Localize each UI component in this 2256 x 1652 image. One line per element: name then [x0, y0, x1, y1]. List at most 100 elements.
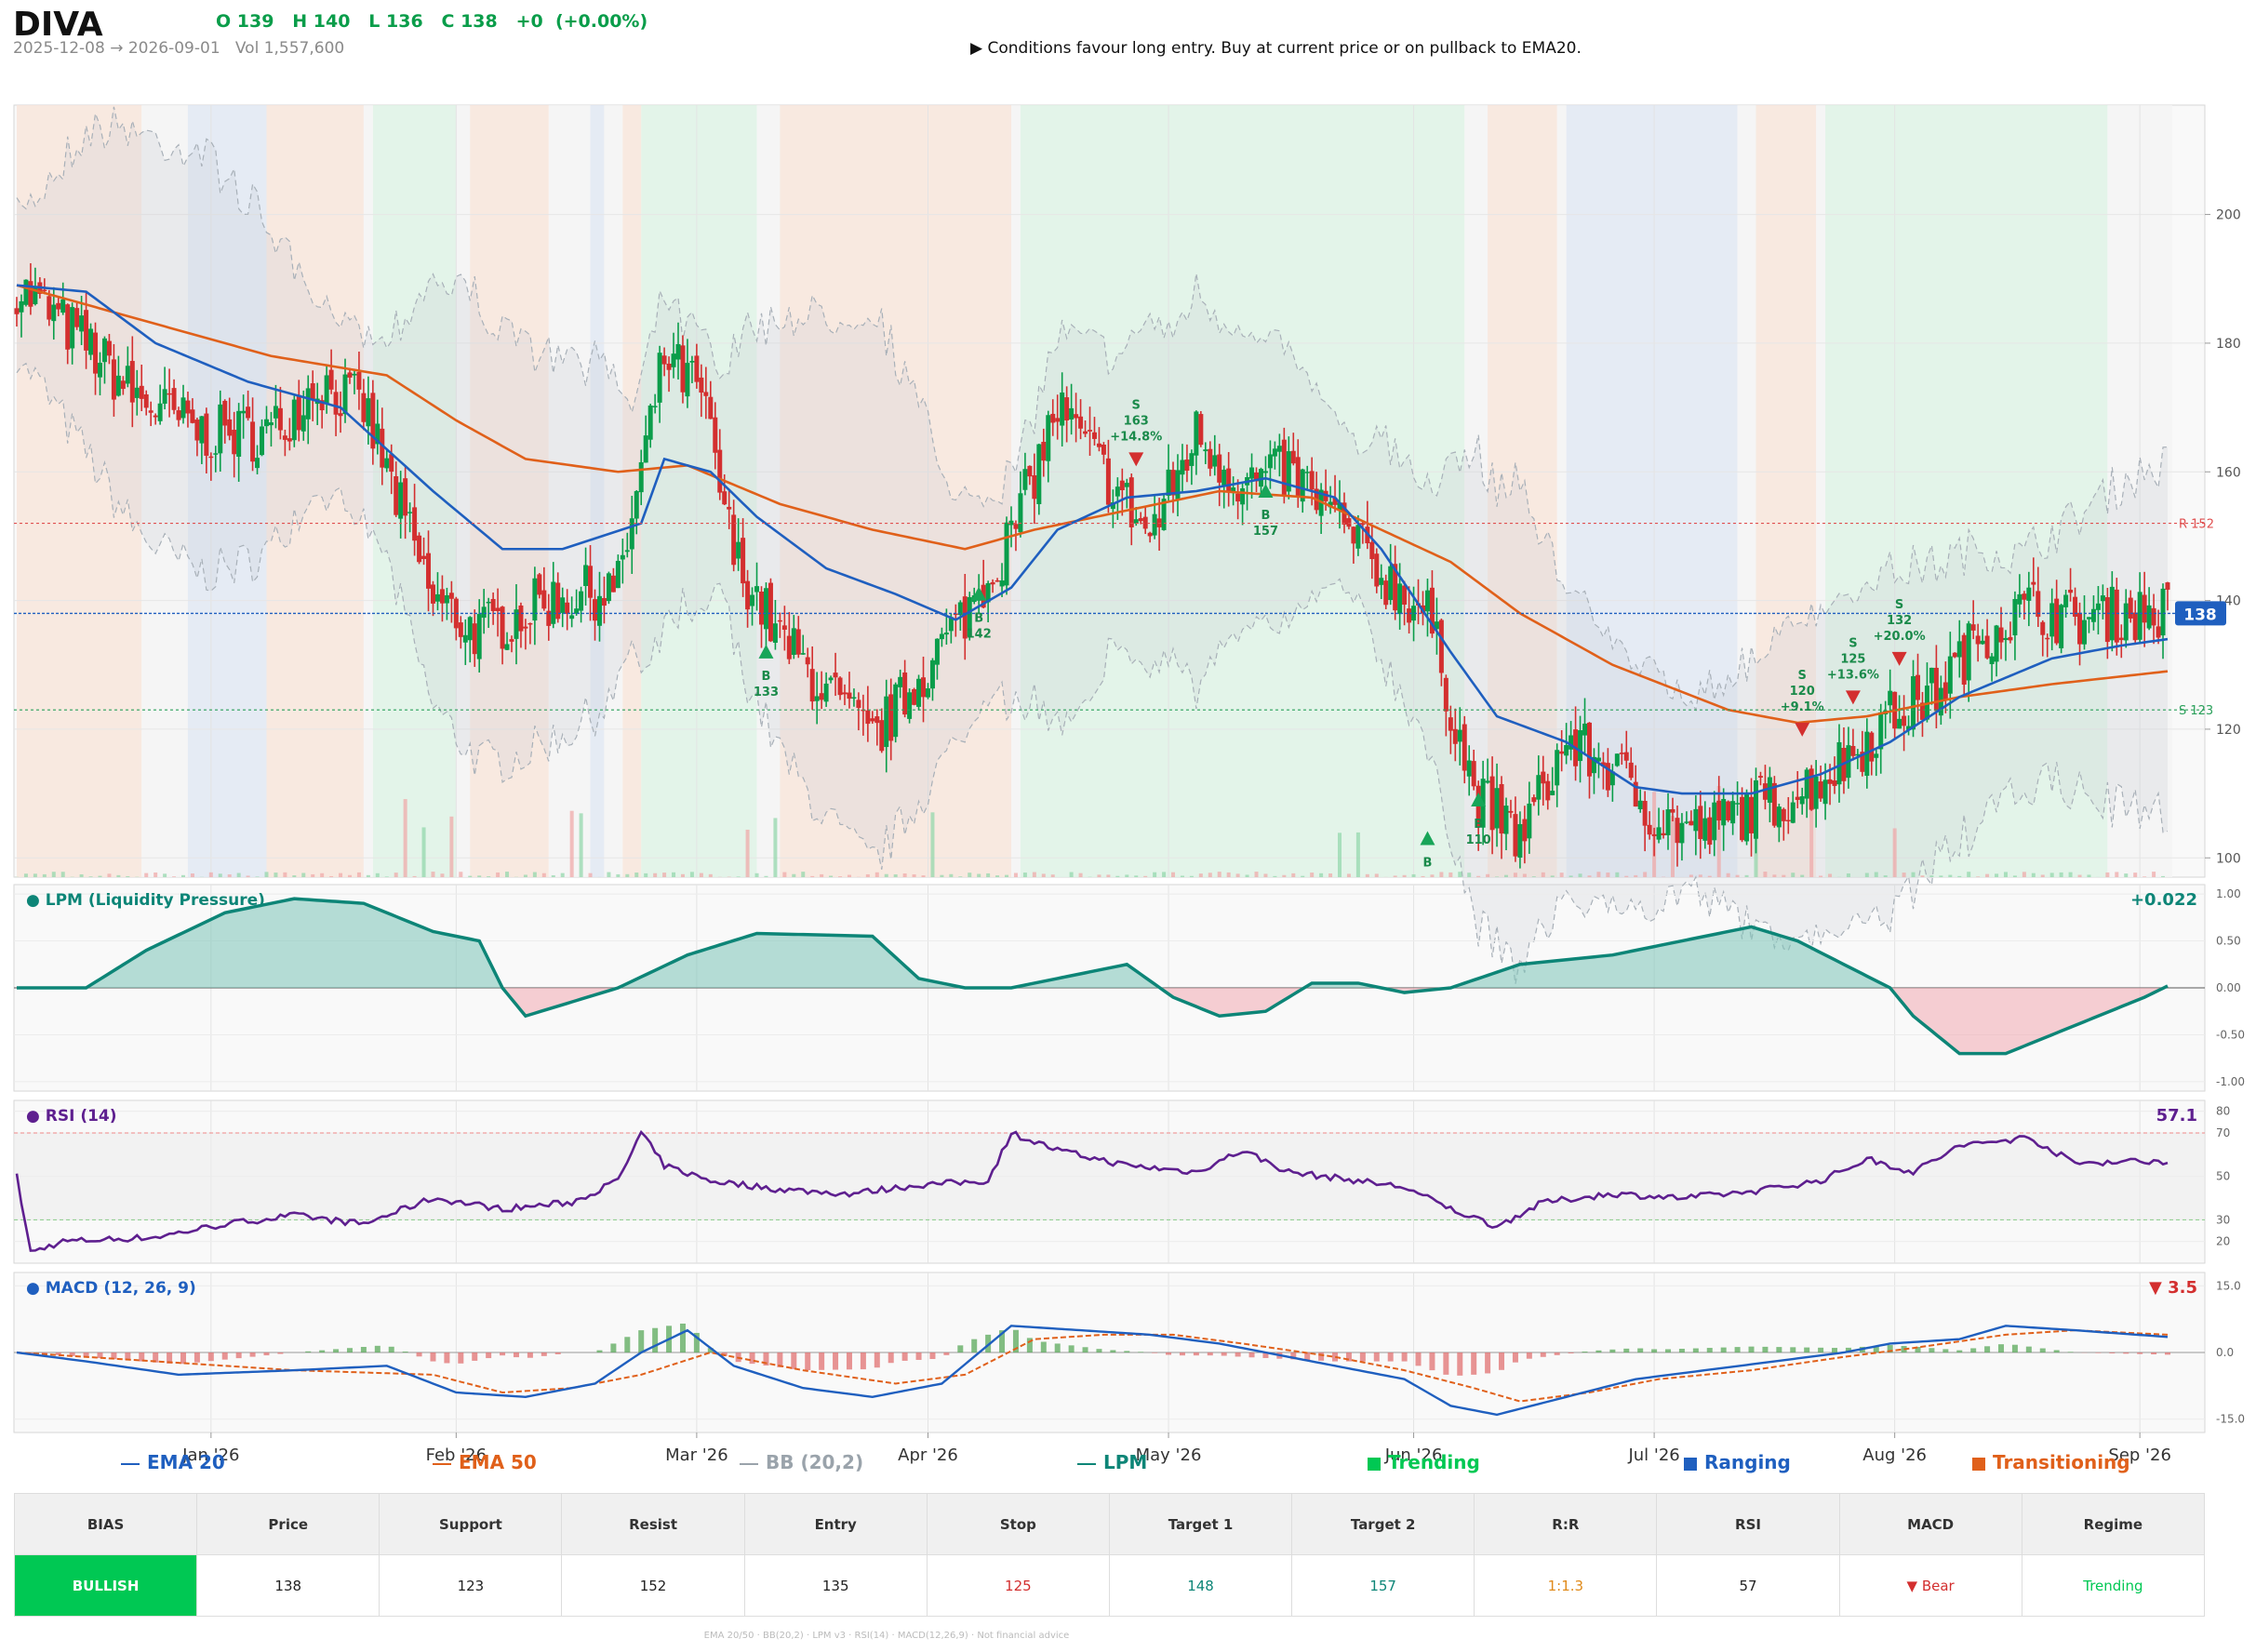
macd-histogram-bar	[901, 1352, 908, 1361]
volume-bar	[672, 872, 676, 877]
candle-body	[1517, 823, 1523, 858]
candle-body	[1902, 715, 1907, 726]
volume-bar	[773, 818, 778, 877]
legend-transitioning: Transitioning	[1972, 1451, 2130, 1473]
volume-bar	[560, 873, 565, 877]
volume-bar	[51, 872, 56, 877]
legend-ema20-label: EMA 20	[147, 1451, 225, 1473]
macd-histogram-bar	[888, 1352, 894, 1364]
volume-bar	[468, 875, 473, 877]
volume-bar	[1541, 872, 1545, 877]
candle-body	[190, 409, 195, 423]
volume-bar	[459, 872, 463, 877]
candle-body	[1499, 783, 1504, 834]
volume-bar	[874, 872, 879, 877]
macd-histogram-bar	[638, 1330, 645, 1352]
candle-body	[1757, 776, 1763, 778]
candle-body	[1115, 486, 1120, 497]
candle-body	[1304, 472, 1310, 473]
candle-body	[657, 353, 662, 403]
candle-body	[1679, 822, 1685, 844]
volume-bar	[523, 874, 527, 877]
volume-bar	[1365, 873, 1369, 877]
macd-histogram-bar	[430, 1352, 436, 1362]
volume-bar	[264, 872, 269, 877]
volume-bar	[1800, 874, 1805, 877]
volume-bar	[2161, 875, 2166, 877]
candle-body	[1623, 752, 1629, 761]
candle-body	[1060, 392, 1065, 426]
candle-body	[999, 580, 1005, 587]
volume-bar	[144, 873, 149, 877]
volume-bar	[2059, 872, 2063, 877]
macd-histogram-bar	[1485, 1352, 1491, 1374]
macd-histogram-bar	[805, 1352, 811, 1371]
volume-bar	[1726, 873, 1730, 877]
candle-body	[856, 699, 861, 709]
x-tick-label: Aug '26	[1862, 1446, 1927, 1465]
candle-body	[680, 345, 686, 393]
volume-bar	[1486, 873, 1490, 877]
candle-body	[1166, 469, 1171, 496]
macd-histogram-bar	[1720, 1347, 1727, 1352]
candle-body	[462, 634, 468, 643]
volume-bar	[1171, 872, 1176, 877]
signal-note: ▶ Conditions favour long entry. Buy at c…	[970, 39, 1582, 58]
candle-body	[795, 629, 801, 655]
volume-bar	[940, 874, 944, 877]
macd-histogram-bar	[207, 1352, 214, 1362]
candle-body	[2008, 636, 2013, 641]
candle-body	[610, 575, 616, 593]
macd-histogram-bar	[374, 1345, 380, 1352]
candle-body	[1702, 818, 1708, 841]
volume-bar	[1735, 874, 1740, 877]
candle-body	[2123, 603, 2129, 641]
volume-bar	[1189, 875, 1194, 877]
volume-bar	[662, 873, 667, 877]
candle-body	[125, 366, 130, 384]
macd-histogram-bar	[416, 1352, 422, 1357]
candle-body	[398, 482, 404, 519]
candle-body	[1438, 620, 1444, 673]
volume-bar	[505, 872, 510, 877]
volume-bar	[1624, 875, 1629, 877]
candle-body	[2104, 597, 2110, 643]
candle-body	[199, 416, 205, 444]
candle-body	[439, 589, 445, 604]
volume-bar	[2143, 876, 2147, 877]
candle-body	[366, 398, 371, 427]
candle-body	[675, 343, 681, 360]
candle-body	[232, 430, 237, 455]
volume-bar	[1531, 876, 1536, 877]
macd-histogram-bar	[1499, 1352, 1505, 1370]
candle-body	[1578, 730, 1583, 762]
candle-body	[153, 415, 158, 418]
macd-panel-title: ● MACD (12, 26, 9)	[26, 1279, 196, 1298]
volume-bar	[653, 873, 658, 877]
candle-body	[227, 419, 233, 436]
candle-body	[84, 310, 89, 351]
candle-body	[888, 694, 894, 741]
price-tick-label: 200	[2216, 208, 2241, 223]
candle-body	[1050, 413, 1056, 423]
volume-bar	[902, 873, 907, 877]
candle-body	[1494, 788, 1500, 829]
candle-body	[208, 456, 214, 459]
volume-bar	[745, 829, 750, 877]
candle-body	[1397, 583, 1403, 615]
volume-bar	[79, 873, 84, 877]
volume-bar	[912, 874, 916, 877]
macd-histogram-bar	[929, 1352, 936, 1360]
macd-histogram-bar	[221, 1352, 228, 1360]
legend-lpm: LPM	[1077, 1451, 1147, 1473]
candle-body	[1119, 480, 1125, 491]
ranging-swatch-icon	[1684, 1457, 1697, 1471]
volume-bar	[218, 873, 222, 877]
candle-body	[430, 584, 435, 604]
volume-bar	[1301, 875, 1305, 877]
candle-body	[1295, 457, 1301, 497]
volume-bar	[1503, 874, 1508, 877]
candle-body	[148, 410, 154, 413]
volume-bar	[23, 873, 28, 877]
candle-body	[1559, 751, 1565, 754]
